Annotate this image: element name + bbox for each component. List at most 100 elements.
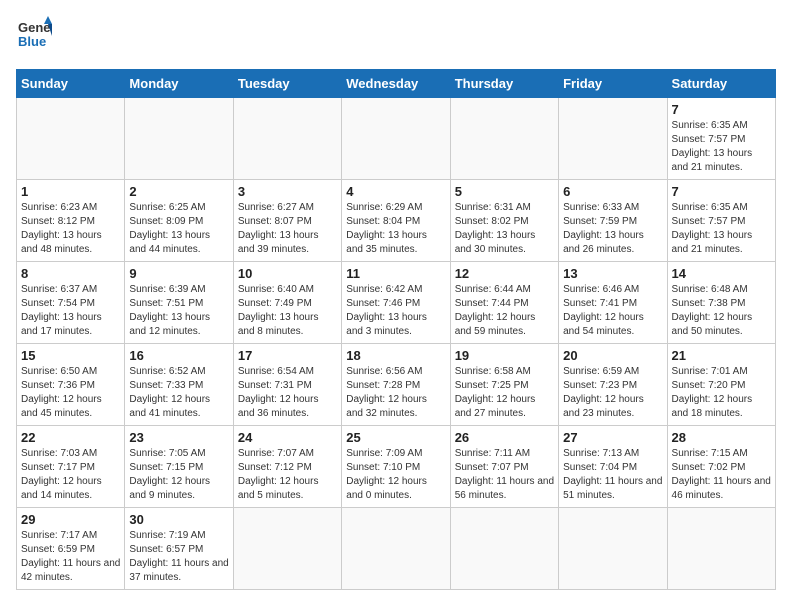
day-info: Sunrise: 6:54 AMSunset: 7:31 PMDaylight:… — [238, 365, 337, 421]
day-number: 27 — [563, 430, 662, 445]
page-header: General Blue — [16, 16, 776, 57]
calendar-cell: 20 Sunrise: 6:59 AMSunset: 7:23 PMDaylig… — [559, 344, 667, 426]
day-info: Sunrise: 7:17 AMSunset: 6:59 PMDaylight:… — [21, 529, 120, 585]
day-number: 2 — [129, 184, 228, 199]
day-info: Sunrise: 6:50 AMSunset: 7:36 PMDaylight:… — [21, 365, 120, 421]
col-header-wednesday: Wednesday — [342, 70, 450, 98]
calendar-cell: 3 Sunrise: 6:27 AMSunset: 8:07 PMDayligh… — [233, 180, 341, 262]
day-info: Sunrise: 6:40 AMSunset: 7:49 PMDaylight:… — [238, 283, 337, 339]
calendar-cell — [559, 98, 667, 180]
calendar-cell — [17, 98, 125, 180]
day-number: 28 — [672, 430, 771, 445]
calendar-cell: 24 Sunrise: 7:07 AMSunset: 7:12 PMDaylig… — [233, 426, 341, 508]
day-number: 11 — [346, 266, 445, 281]
calendar-cell: 17 Sunrise: 6:54 AMSunset: 7:31 PMDaylig… — [233, 344, 341, 426]
calendar-cell: 13 Sunrise: 6:46 AMSunset: 7:41 PMDaylig… — [559, 262, 667, 344]
day-info: Sunrise: 7:05 AMSunset: 7:15 PMDaylight:… — [129, 447, 228, 503]
calendar-week-0: 7 Sunrise: 6:35 AMSunset: 7:57 PMDayligh… — [17, 98, 776, 180]
day-info: Sunrise: 6:48 AMSunset: 7:38 PMDaylight:… — [672, 283, 771, 339]
day-info: Sunrise: 7:19 AMSunset: 6:57 PMDaylight:… — [129, 529, 228, 585]
col-header-sunday: Sunday — [17, 70, 125, 98]
day-info: Sunrise: 6:59 AMSunset: 7:23 PMDaylight:… — [563, 365, 662, 421]
calendar-cell: 7 Sunrise: 6:35 AMSunset: 7:57 PMDayligh… — [667, 98, 775, 180]
day-number: 5 — [455, 184, 554, 199]
calendar-cell: 11 Sunrise: 6:42 AMSunset: 7:46 PMDaylig… — [342, 262, 450, 344]
day-number: 13 — [563, 266, 662, 281]
day-number: 4 — [346, 184, 445, 199]
calendar-cell: 6 Sunrise: 6:33 AMSunset: 7:59 PMDayligh… — [559, 180, 667, 262]
calendar-cell: 27 Sunrise: 7:13 AMSunset: 7:04 PMDaylig… — [559, 426, 667, 508]
calendar-cell — [342, 98, 450, 180]
day-info: Sunrise: 6:52 AMSunset: 7:33 PMDaylight:… — [129, 365, 228, 421]
day-info: Sunrise: 7:15 AMSunset: 7:02 PMDaylight:… — [672, 447, 771, 503]
day-info: Sunrise: 6:25 AMSunset: 8:09 PMDaylight:… — [129, 201, 228, 257]
day-number: 29 — [21, 512, 120, 527]
calendar-week-4: 22 Sunrise: 7:03 AMSunset: 7:17 PMDaylig… — [17, 426, 776, 508]
calendar-cell: 29 Sunrise: 7:17 AMSunset: 6:59 PMDaylig… — [17, 508, 125, 590]
calendar-cell — [450, 508, 558, 590]
calendar-cell — [559, 508, 667, 590]
col-header-saturday: Saturday — [667, 70, 775, 98]
calendar-cell — [342, 508, 450, 590]
calendar-header: SundayMondayTuesdayWednesdayThursdayFrid… — [17, 70, 776, 98]
day-number: 24 — [238, 430, 337, 445]
day-info: Sunrise: 6:23 AMSunset: 8:12 PMDaylight:… — [21, 201, 120, 257]
day-info: Sunrise: 7:03 AMSunset: 7:17 PMDaylight:… — [21, 447, 120, 503]
day-info: Sunrise: 7:07 AMSunset: 7:12 PMDaylight:… — [238, 447, 337, 503]
day-number: 22 — [21, 430, 120, 445]
calendar-cell: 12 Sunrise: 6:44 AMSunset: 7:44 PMDaylig… — [450, 262, 558, 344]
day-info: Sunrise: 6:37 AMSunset: 7:54 PMDaylight:… — [21, 283, 120, 339]
calendar-week-2: 8 Sunrise: 6:37 AMSunset: 7:54 PMDayligh… — [17, 262, 776, 344]
day-info: Sunrise: 6:42 AMSunset: 7:46 PMDaylight:… — [346, 283, 445, 339]
day-number: 6 — [563, 184, 662, 199]
calendar-table: SundayMondayTuesdayWednesdayThursdayFrid… — [16, 69, 776, 590]
calendar-cell: 25 Sunrise: 7:09 AMSunset: 7:10 PMDaylig… — [342, 426, 450, 508]
calendar-cell: 16 Sunrise: 6:52 AMSunset: 7:33 PMDaylig… — [125, 344, 233, 426]
calendar-cell: 28 Sunrise: 7:15 AMSunset: 7:02 PMDaylig… — [667, 426, 775, 508]
calendar-cell: 1 Sunrise: 6:23 AMSunset: 8:12 PMDayligh… — [17, 180, 125, 262]
day-info: Sunrise: 6:33 AMSunset: 7:59 PMDaylight:… — [563, 201, 662, 257]
day-number: 19 — [455, 348, 554, 363]
col-header-thursday: Thursday — [450, 70, 558, 98]
day-info: Sunrise: 6:56 AMSunset: 7:28 PMDaylight:… — [346, 365, 445, 421]
day-info: Sunrise: 6:31 AMSunset: 8:02 PMDaylight:… — [455, 201, 554, 257]
day-info: Sunrise: 6:44 AMSunset: 7:44 PMDaylight:… — [455, 283, 554, 339]
day-info: Sunrise: 6:29 AMSunset: 8:04 PMDaylight:… — [346, 201, 445, 257]
calendar-cell: 2 Sunrise: 6:25 AMSunset: 8:09 PMDayligh… — [125, 180, 233, 262]
day-number: 9 — [129, 266, 228, 281]
day-number: 15 — [21, 348, 120, 363]
col-header-tuesday: Tuesday — [233, 70, 341, 98]
day-number: 25 — [346, 430, 445, 445]
day-number: 30 — [129, 512, 228, 527]
day-info: Sunrise: 6:35 AMSunset: 7:57 PMDaylight:… — [672, 119, 771, 175]
calendar-cell: 10 Sunrise: 6:40 AMSunset: 7:49 PMDaylig… — [233, 262, 341, 344]
day-info: Sunrise: 7:13 AMSunset: 7:04 PMDaylight:… — [563, 447, 662, 503]
calendar-cell: 15 Sunrise: 6:50 AMSunset: 7:36 PMDaylig… — [17, 344, 125, 426]
day-info: Sunrise: 6:58 AMSunset: 7:25 PMDaylight:… — [455, 365, 554, 421]
day-number: 1 — [21, 184, 120, 199]
day-info: Sunrise: 7:09 AMSunset: 7:10 PMDaylight:… — [346, 447, 445, 503]
calendar-cell: 19 Sunrise: 6:58 AMSunset: 7:25 PMDaylig… — [450, 344, 558, 426]
logo: General Blue — [16, 16, 52, 57]
calendar-week-3: 15 Sunrise: 6:50 AMSunset: 7:36 PMDaylig… — [17, 344, 776, 426]
calendar-cell: 23 Sunrise: 7:05 AMSunset: 7:15 PMDaylig… — [125, 426, 233, 508]
day-info: Sunrise: 6:35 AMSunset: 7:57 PMDaylight:… — [672, 201, 771, 257]
calendar-cell: 30 Sunrise: 7:19 AMSunset: 6:57 PMDaylig… — [125, 508, 233, 590]
day-number: 26 — [455, 430, 554, 445]
calendar-cell — [233, 98, 341, 180]
day-info: Sunrise: 7:01 AMSunset: 7:20 PMDaylight:… — [672, 365, 771, 421]
day-number: 17 — [238, 348, 337, 363]
day-number: 14 — [672, 266, 771, 281]
day-info: Sunrise: 7:11 AMSunset: 7:07 PMDaylight:… — [455, 447, 554, 503]
calendar-cell — [450, 98, 558, 180]
calendar-cell: 8 Sunrise: 6:37 AMSunset: 7:54 PMDayligh… — [17, 262, 125, 344]
day-info: Sunrise: 6:46 AMSunset: 7:41 PMDaylight:… — [563, 283, 662, 339]
day-number: 7 — [672, 184, 771, 199]
calendar-cell: 4 Sunrise: 6:29 AMSunset: 8:04 PMDayligh… — [342, 180, 450, 262]
col-header-monday: Monday — [125, 70, 233, 98]
logo-icon: General Blue — [16, 16, 52, 57]
day-number: 23 — [129, 430, 228, 445]
day-number: 12 — [455, 266, 554, 281]
col-header-friday: Friday — [559, 70, 667, 98]
calendar-cell: 22 Sunrise: 7:03 AMSunset: 7:17 PMDaylig… — [17, 426, 125, 508]
